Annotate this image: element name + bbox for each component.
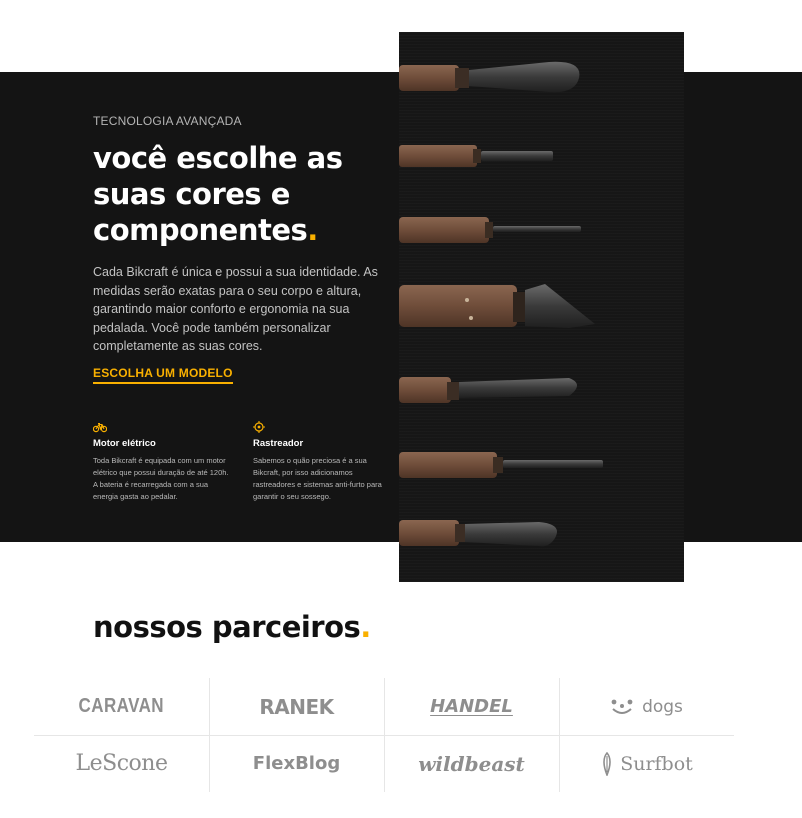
- feature-title: Rastreador: [253, 438, 304, 449]
- partners-title-text: nossos parceiros: [93, 610, 361, 644]
- feature-text: Toda Bikcraft é equipada com um motor el…: [93, 456, 229, 501]
- bike-icon: [93, 422, 107, 433]
- partner-logo-surfbot: Surfbot: [559, 735, 734, 792]
- dog-face-icon: [611, 699, 633, 714]
- feature-motor: Motor elétrico Toda Bikcraft é equipada …: [93, 421, 233, 503]
- partner-logo-flexblog: FlexBlog: [209, 735, 384, 792]
- partner-logo-caravan: CARAVAN: [34, 678, 209, 735]
- headline-line-1: você escolhe as: [93, 141, 343, 175]
- surfbot-logo-text: Surfbot: [620, 752, 693, 775]
- flexblog-logo-text: FlexBlog: [252, 753, 341, 774]
- hero-lead: Cada Bikcraft é única e possui a sua ide…: [93, 265, 378, 353]
- partner-logo-dogs: dogs: [559, 678, 734, 735]
- target-icon: [253, 421, 265, 433]
- partner-logo-ranek: RANEK: [209, 678, 384, 735]
- dogs-logo: dogs: [610, 697, 683, 717]
- headline-dot: .: [307, 213, 318, 247]
- choose-model-link[interactable]: ESCOLHA UM MODELO: [93, 366, 233, 384]
- partner-logo-lescone: LeScone: [34, 735, 209, 792]
- partner-logo-wildbeast: wildbeast: [384, 735, 559, 792]
- caravan-logo-text: CARAVAN: [78, 695, 165, 717]
- lescone-logo-text: LeScone: [75, 751, 168, 776]
- hero-eyebrow: TECNOLOGIA AVANÇADA: [93, 114, 242, 128]
- feature-title: Motor elétrico: [93, 438, 156, 449]
- handel-logo-text: HANDEL: [430, 696, 513, 717]
- partners-logo-grid: CARAVAN RANEK HANDEL dogs LeScone FlexBl…: [34, 678, 734, 792]
- chisels-illustration: [399, 61, 603, 547]
- feature-text: Sabemos o quão preciosa é a sua Bikcraft…: [253, 456, 382, 501]
- wildbeast-logo-text: wildbeast: [418, 751, 525, 776]
- dogs-logo-text: dogs: [642, 696, 683, 717]
- headline-line-2: suas cores e: [93, 177, 290, 211]
- hero-headline: você escolhe as suas cores e componentes…: [93, 140, 393, 248]
- partners-title: nossos parceiros.: [93, 610, 371, 644]
- chisels-photo: [399, 32, 684, 582]
- partner-logo-handel: HANDEL: [384, 678, 559, 735]
- surfbot-logo: Surfbot: [600, 751, 693, 776]
- surfboard-icon: [603, 751, 611, 776]
- ranek-logo-text: RANEK: [259, 694, 334, 719]
- headline-line-3: componentes: [93, 213, 308, 247]
- partners-title-dot: .: [360, 610, 371, 644]
- feature-tracker: Rastreador Sabemos o quão preciosa é a s…: [253, 421, 393, 503]
